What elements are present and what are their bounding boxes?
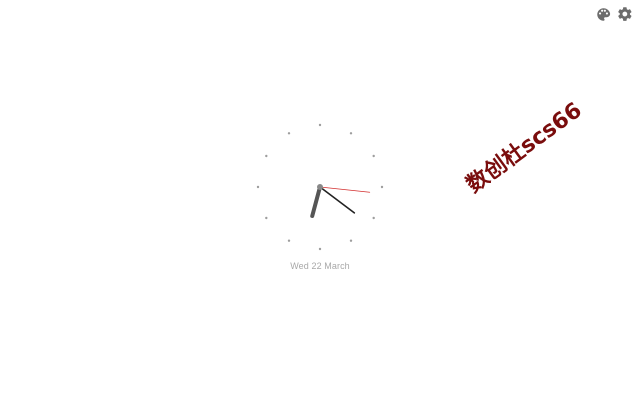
hour-mark [349,239,353,242]
minute-hand [319,186,356,214]
palette-icon [596,7,610,21]
gear-icon [618,7,632,21]
hour-mark [265,154,268,158]
clock-face [256,123,384,251]
hour-mark [380,185,384,189]
hour-mark [372,154,375,158]
top-right-toolbar [594,5,634,23]
hour-mark [265,216,268,220]
watermark-text: 数创杜scs66 [462,97,587,199]
hour-hand [310,185,322,218]
hour-mark [318,123,322,127]
second-hand [319,186,371,193]
date-label: Wed 22 March [290,261,350,271]
theme-button[interactable] [594,5,612,23]
hour-mark [349,132,353,135]
hour-mark [287,239,291,242]
hour-mark [287,132,291,135]
hour-mark [256,185,260,189]
settings-button[interactable] [616,5,634,23]
clock-center-pin [317,184,323,190]
hour-mark [318,247,322,251]
analog-clock [252,119,388,255]
new-tab-page: Wed 22 March 数创杜scs66 [0,0,640,400]
hour-mark [372,216,375,220]
